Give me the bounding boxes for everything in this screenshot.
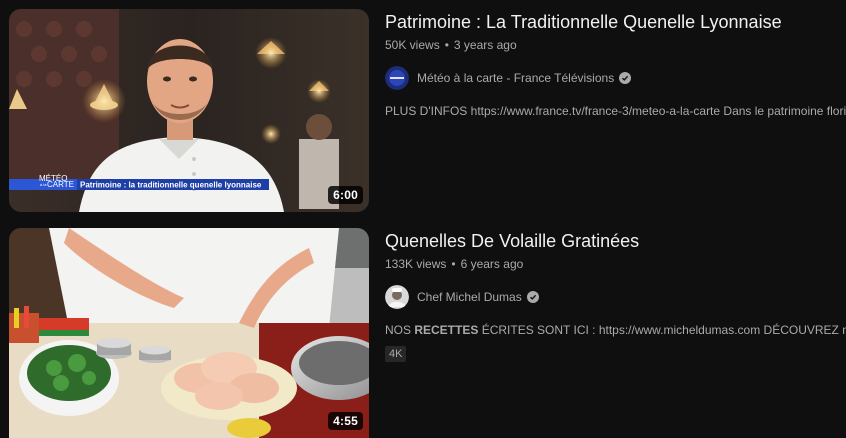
verified-check-icon <box>526 291 539 303</box>
description-suffix: ÉCRITES SONT ICI : https://www.micheldum… <box>481 323 846 337</box>
view-count: 50K views <box>385 38 440 52</box>
quality-badge-4k: 4K <box>385 346 407 362</box>
video-title[interactable]: Patrimoine : La Traditionnelle Quenelle … <box>385 9 846 35</box>
video-result-1[interactable]: Patrimoine : la traditionnelle quenelle … <box>9 9 846 212</box>
video-title[interactable]: Quenelles De Volaille Gratinées <box>385 228 846 254</box>
upload-age: 3 years ago <box>453 38 517 52</box>
thumbnail-banner-text: Patrimoine : la traditionnelle quenelle … <box>80 181 262 190</box>
channel-link[interactable]: Chef Michel Dumas <box>385 285 846 309</box>
chef-portrait-avatar-icon <box>385 285 409 309</box>
description-bold: RECETTES <box>414 323 479 337</box>
video-meta: 133K views • 6 years ago <box>385 257 846 271</box>
channel-avatar[interactable] <box>385 285 409 309</box>
thumbnail-logo-line2: CARTE <box>47 180 74 189</box>
channel-name[interactable]: Météo à la carte - France Télévisions <box>417 71 614 85</box>
channel-avatar[interactable] <box>385 66 409 90</box>
video-info-1: Patrimoine : La Traditionnelle Quenelle … <box>385 9 846 118</box>
video-info-2: Quenelles De Volaille Gratinées 133K vie… <box>385 228 846 362</box>
video-description: PLUS D'INFOS https://www.france.tv/franc… <box>385 104 846 118</box>
france-tv-avatar-icon <box>385 66 409 90</box>
upload-age: 6 years ago <box>460 257 524 271</box>
view-count: 133K views <box>385 257 447 271</box>
video-thumbnail-2[interactable]: 4:55 <box>9 228 369 438</box>
description-prefix: NOS <box>385 323 415 337</box>
thumbnail-image-chicken-prep <box>9 228 369 438</box>
duration-badge: 4:55 <box>328 412 363 430</box>
meta-separator: • <box>451 257 456 271</box>
thumbnail-image-chef-interview: Patrimoine : la traditionnelle quenelle … <box>9 9 369 212</box>
video-description: NOS RECETTES ÉCRITES SONT ICI : https://… <box>385 323 846 337</box>
channel-name[interactable]: Chef Michel Dumas <box>417 290 522 304</box>
video-thumbnail-1[interactable]: Patrimoine : la traditionnelle quenelle … <box>9 9 369 212</box>
video-meta: 50K views • 3 years ago <box>385 38 846 52</box>
video-result-2[interactable]: 4:55 Quenelles De Volaille Gratinées 133… <box>9 228 846 438</box>
channel-link[interactable]: Météo à la carte - France Télévisions <box>385 66 846 90</box>
duration-badge: 6:00 <box>328 186 363 204</box>
verified-check-icon <box>619 72 632 84</box>
meta-separator: • <box>444 38 449 52</box>
